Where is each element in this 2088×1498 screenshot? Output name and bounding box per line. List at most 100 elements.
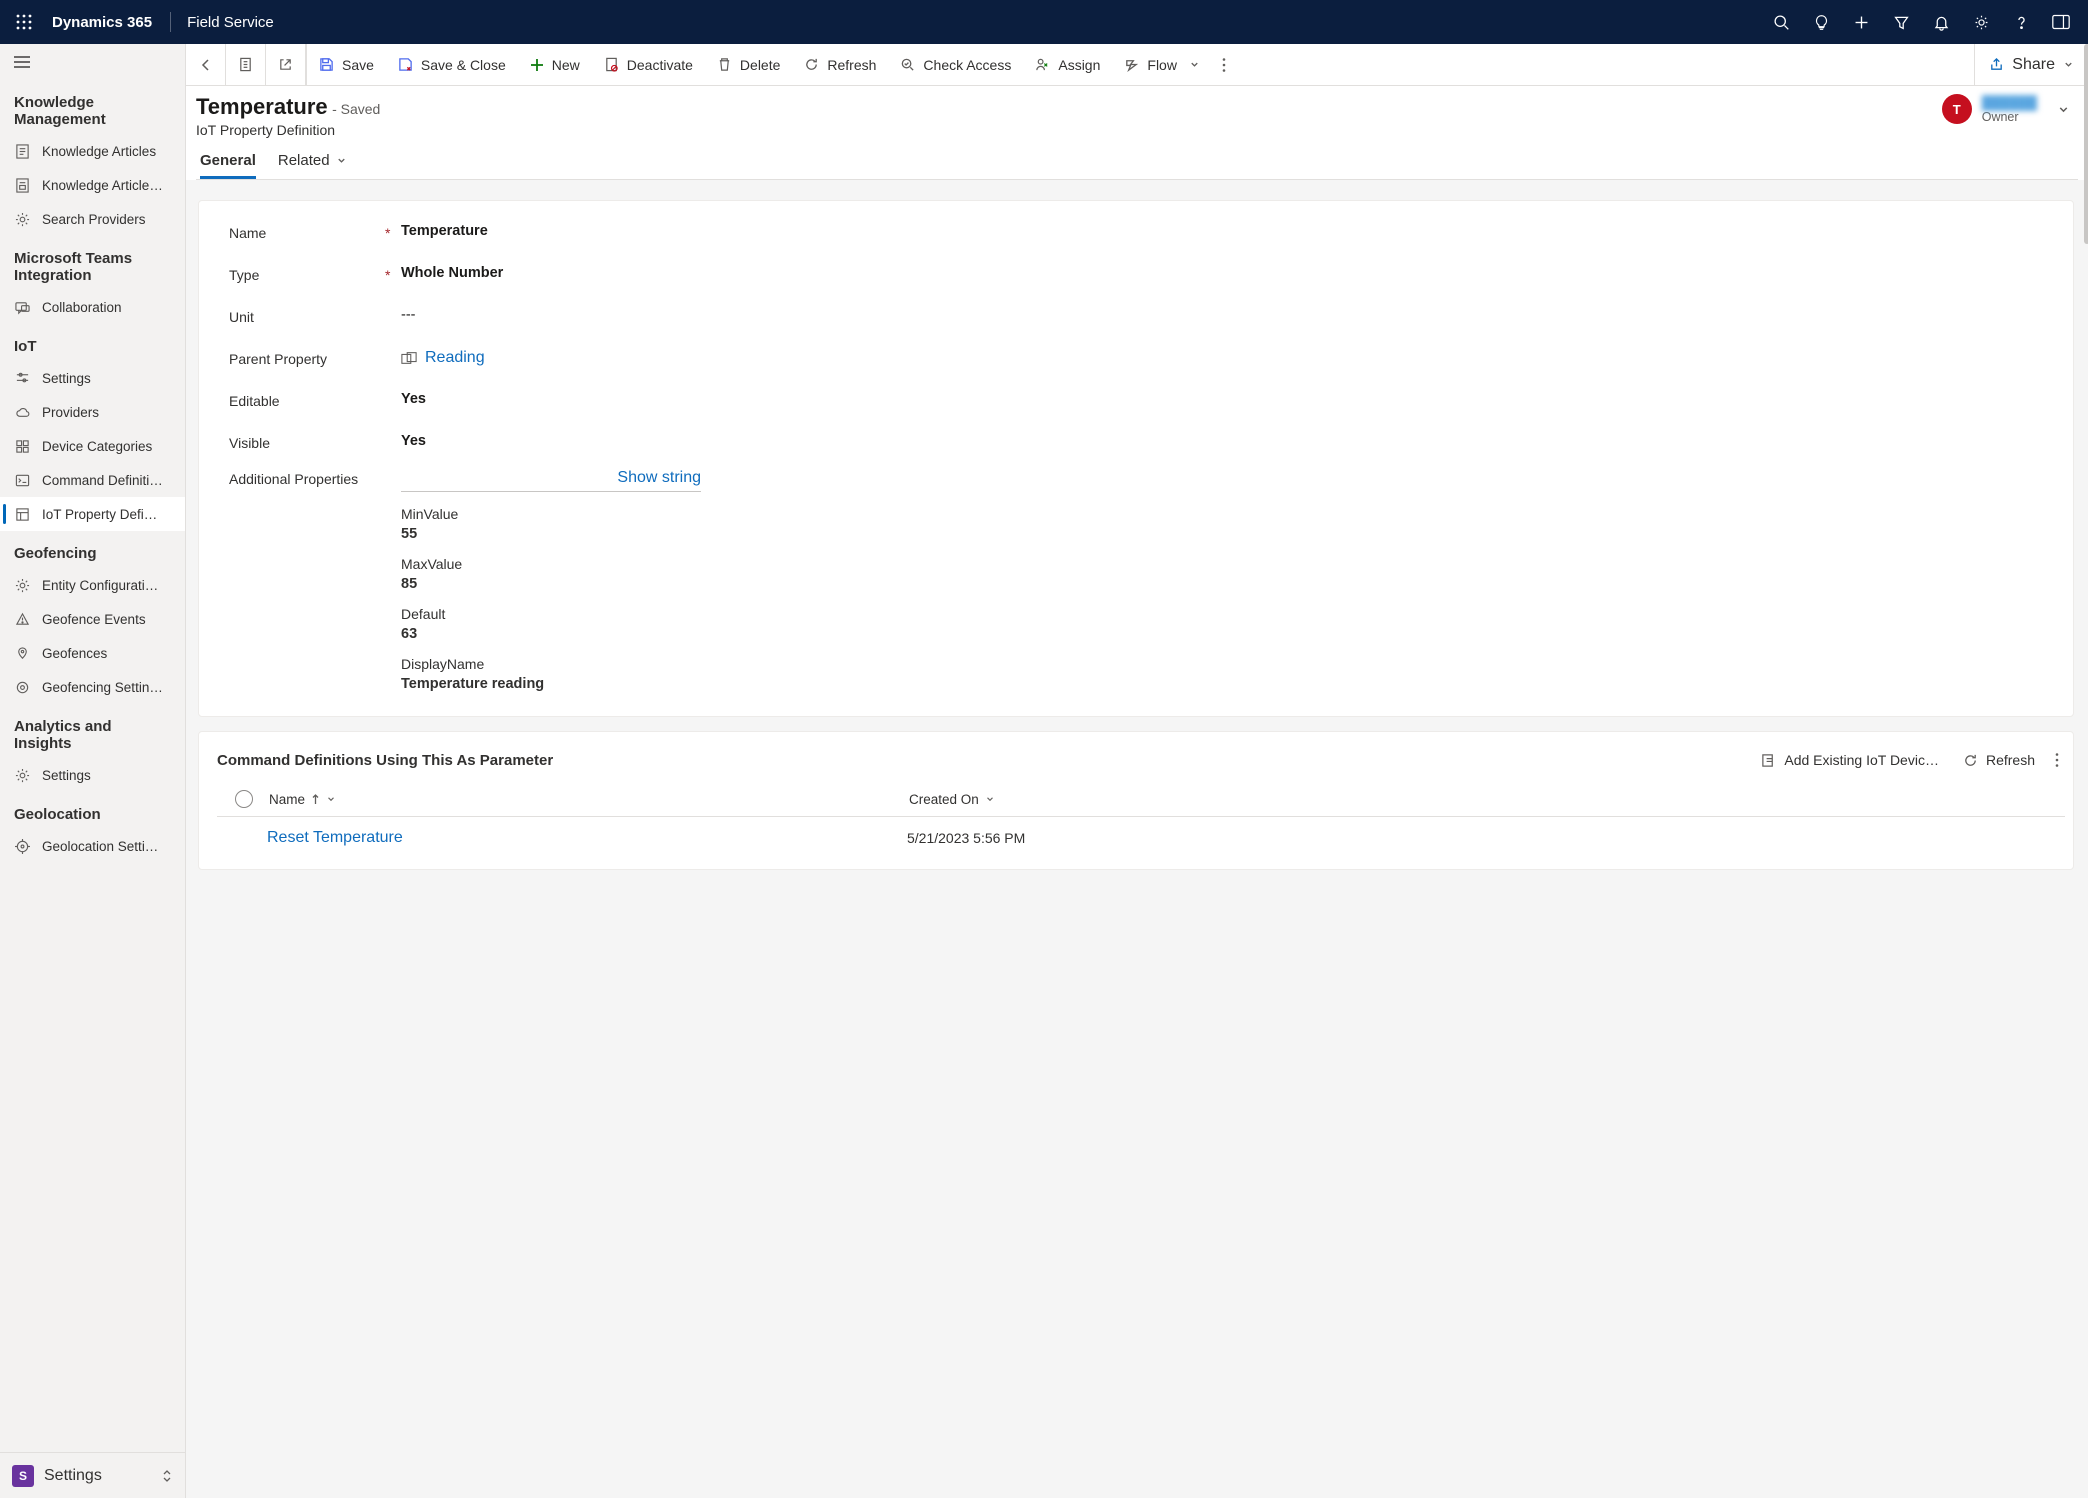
geofence-icon [14, 645, 30, 661]
add-existing-button[interactable]: Add Existing IoT Devic… [1751, 746, 1949, 774]
sidebar-item-entity-configurations[interactable]: Entity Configurati… [0, 568, 185, 602]
sidebar-item-label: Knowledge Articles [42, 144, 156, 159]
filter-icon[interactable] [1882, 0, 1920, 44]
sidebar-item-geofence-events[interactable]: Geofence Events [0, 602, 185, 636]
gear-icon [14, 211, 30, 227]
sidebar-item-label: Settings [42, 768, 91, 783]
notifications-icon[interactable] [1922, 0, 1960, 44]
save-button[interactable]: Save [307, 44, 386, 86]
sidebar-group-geofencing: Geofencing [0, 531, 185, 568]
search-icon[interactable] [1762, 0, 1800, 44]
sidebar-item-analytics-settings[interactable]: Settings [0, 758, 185, 792]
plus-icon [530, 58, 544, 72]
field-row-name: Name * Temperature [229, 223, 2043, 241]
open-in-new-window-button[interactable] [266, 44, 306, 86]
sidebar-collapse-button[interactable] [0, 44, 185, 80]
sidebar-item-iot-settings[interactable]: Settings [0, 361, 185, 395]
type-label: Type [229, 265, 385, 283]
refresh-button[interactable]: Refresh [792, 44, 888, 86]
refresh-icon [804, 57, 819, 72]
type-value[interactable]: Whole Number [401, 265, 503, 281]
parent-property-lookup[interactable]: Reading [401, 349, 485, 367]
global-topbar: Dynamics 365 Field Service [0, 0, 2088, 44]
area-switcher-badge: S [12, 1465, 34, 1487]
sidebar-item-label: Settings [42, 371, 91, 386]
assistant-panel-icon[interactable] [2042, 0, 2080, 44]
app-launcher-button[interactable] [8, 6, 40, 38]
name-value[interactable]: Temperature [401, 223, 488, 239]
editable-value[interactable]: Yes [401, 391, 426, 407]
delete-label: Delete [740, 57, 780, 73]
record-entity-name: IoT Property Definition [196, 122, 380, 138]
unit-value[interactable]: --- [401, 307, 416, 323]
share-icon [1989, 57, 2004, 72]
tab-related-label: Related [278, 152, 330, 169]
save-close-label: Save & Close [421, 57, 506, 73]
lightbulb-icon[interactable] [1802, 0, 1840, 44]
flow-icon [1124, 57, 1139, 72]
save-and-close-button[interactable]: Save & Close [386, 44, 518, 86]
assign-button[interactable]: Assign [1023, 44, 1112, 86]
column-header-name[interactable]: Name [269, 792, 909, 807]
sidebar-item-iot-property-definitions[interactable]: IoT Property Defi… [0, 497, 185, 531]
maxvalue-value[interactable]: 85 [401, 576, 701, 592]
record-content-pane: Save Save & Close New Deactivate Delete … [186, 44, 2088, 1498]
scrollbar[interactable] [2084, 180, 2088, 244]
column-header-created-on[interactable]: Created On [909, 792, 2065, 807]
default-value[interactable]: 63 [401, 626, 701, 642]
table-row[interactable]: Reset Temperature 5/21/2023 5:56 PM [217, 817, 2065, 859]
subgrid-overflow-button[interactable] [2049, 746, 2065, 774]
tab-general[interactable]: General [200, 152, 256, 179]
new-button[interactable]: New [518, 44, 592, 86]
sidebar-group-knowledge: Knowledge Management [0, 80, 185, 134]
owner-header-control[interactable]: T ██████ Owner [1942, 94, 2078, 124]
tab-general-label: General [200, 152, 256, 169]
help-icon[interactable] [2002, 0, 2040, 44]
flow-button[interactable]: Flow [1112, 44, 1212, 86]
command-icon [14, 472, 30, 488]
add-icon[interactable] [1842, 0, 1880, 44]
area-switcher[interactable]: S Settings [0, 1452, 185, 1498]
sidebar-item-geolocation-settings[interactable]: Geolocation Setti… [0, 829, 185, 863]
check-access-button[interactable]: Check Access [888, 44, 1023, 86]
row-name-link[interactable]: Reset Temperature [267, 829, 403, 846]
sidebar-item-knowledge-articles[interactable]: Knowledge Articles [0, 134, 185, 168]
form-selector-button[interactable] [226, 44, 266, 86]
show-string-toggle[interactable]: Show string [617, 469, 701, 487]
save-close-icon [398, 57, 413, 72]
owner-avatar: T [1942, 94, 1972, 124]
deactivate-label: Deactivate [627, 57, 693, 73]
sidebar-item-iot-command-definitions[interactable]: Command Definiti… [0, 463, 185, 497]
visible-value[interactable]: Yes [401, 433, 426, 449]
sidebar-item-knowledge-article-templates[interactable]: Knowledge Article… [0, 168, 185, 202]
field-row-type: Type * Whole Number [229, 265, 2043, 283]
sidebar-item-iot-providers[interactable]: Providers [0, 395, 185, 429]
overflow-button[interactable] [1212, 44, 1236, 86]
subgrid-refresh-button[interactable]: Refresh [1953, 746, 2045, 774]
entity-icon [401, 351, 417, 365]
app-name-label[interactable]: Field Service [179, 14, 282, 31]
sidebar-item-iot-device-categories[interactable]: Device Categories [0, 429, 185, 463]
delete-button[interactable]: Delete [705, 44, 792, 86]
column-header-created-label: Created On [909, 792, 979, 807]
back-button[interactable] [186, 44, 226, 86]
record-scroll-area[interactable]: Name * Temperature Type * Whole Number U… [186, 180, 2088, 1498]
sidebar-item-geofencing-settings[interactable]: Geofencing Settin… [0, 670, 185, 704]
settings-gear-icon[interactable] [1962, 0, 2000, 44]
displayname-label: DisplayName [401, 656, 701, 672]
row-created-value: 5/21/2023 5:56 PM [907, 830, 2065, 846]
tab-related[interactable]: Related [278, 152, 347, 179]
sidebar-item-collaboration[interactable]: Collaboration [0, 290, 185, 324]
displayname-value[interactable]: Temperature reading [401, 676, 701, 692]
active-indicator [3, 504, 6, 524]
sidebar-item-geofences[interactable]: Geofences [0, 636, 185, 670]
select-all-checkbox[interactable] [219, 790, 269, 808]
share-button[interactable]: Share [1974, 44, 2088, 86]
warning-icon [14, 611, 30, 627]
deactivate-button[interactable]: Deactivate [592, 44, 705, 86]
sidebar-group-teams: Microsoft Teams Integration [0, 236, 185, 290]
minvalue-value[interactable]: 55 [401, 526, 701, 542]
chat-icon [14, 299, 30, 315]
sidebar-item-search-providers[interactable]: Search Providers [0, 202, 185, 236]
command-bar: Save Save & Close New Deactivate Delete … [186, 44, 2088, 86]
